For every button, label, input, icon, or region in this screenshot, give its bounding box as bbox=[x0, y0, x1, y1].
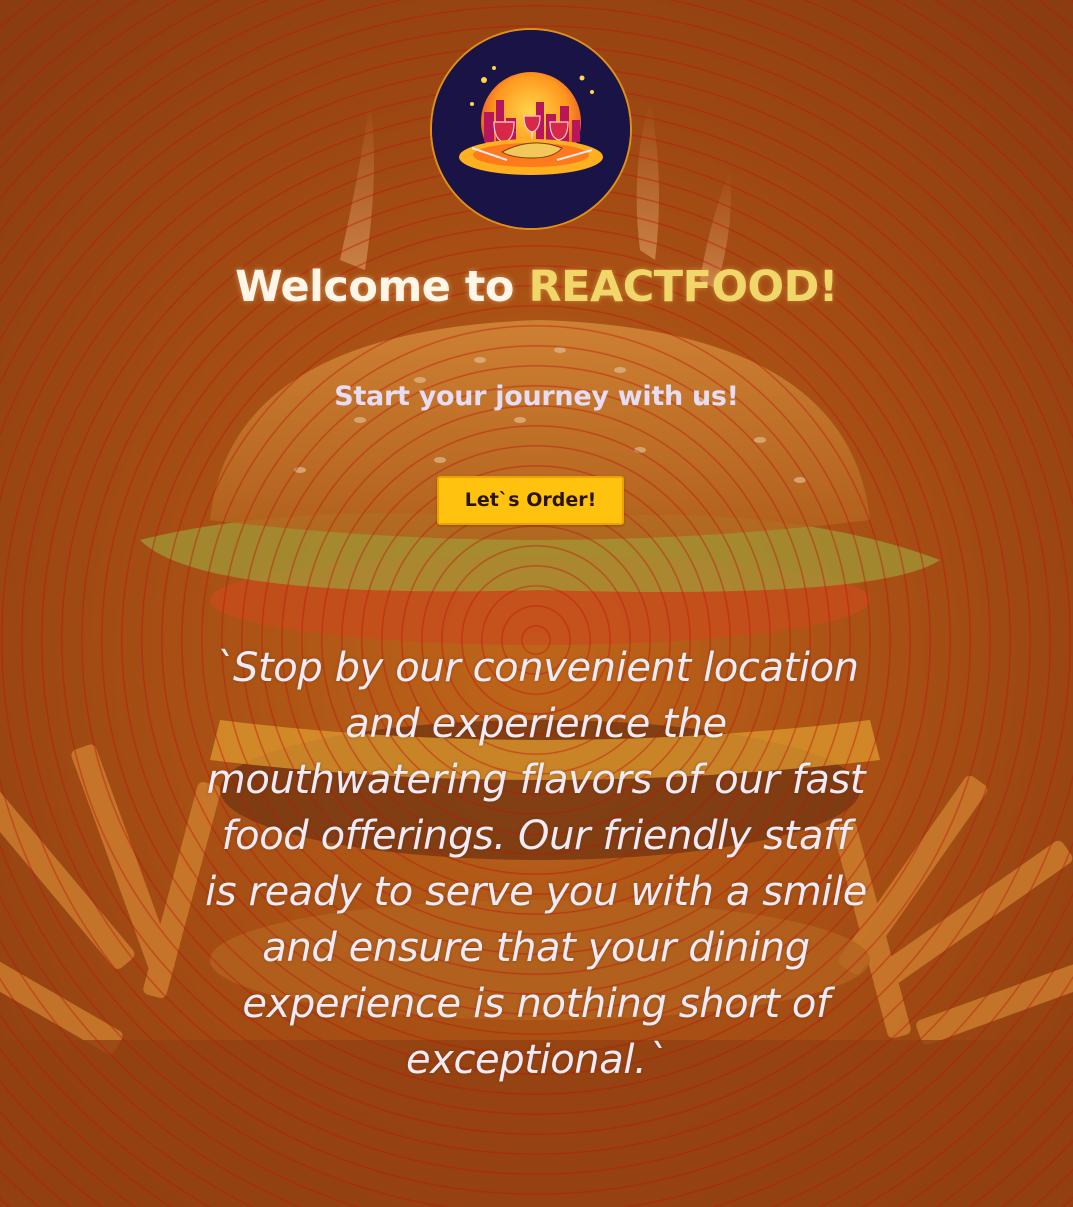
title-brand-text: REACTFOOD! bbox=[528, 262, 838, 312]
restaurant-logo-icon bbox=[432, 30, 630, 228]
hero-description: `Stop by our convenient location and exp… bbox=[205, 645, 867, 1083]
landing-page: Welcome to REACTFOOD! Start your journey… bbox=[0, 0, 1073, 1207]
lets-order-button[interactable]: Let`s Order! bbox=[437, 476, 624, 525]
page-title: Welcome to REACTFOOD! bbox=[0, 262, 1073, 312]
tagline: Start your journey with us! bbox=[334, 381, 739, 412]
title-welcome-text: Welcome to bbox=[235, 262, 529, 312]
restaurant-logo bbox=[432, 30, 630, 228]
